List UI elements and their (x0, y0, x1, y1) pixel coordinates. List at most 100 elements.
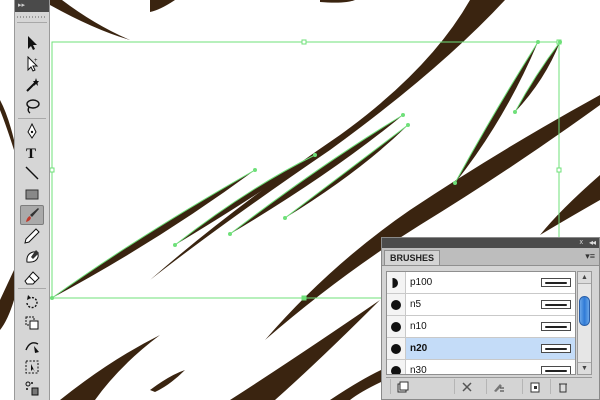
selected-brush-stroke[interactable] (52, 170, 255, 298)
brush-libraries-button[interactable] (390, 379, 414, 394)
delete-brush-button[interactable] (550, 379, 574, 394)
brush-thumbnail-icon (387, 294, 406, 315)
rectangle-icon (25, 189, 39, 200)
brush-libraries-icon (397, 381, 408, 392)
selection-handle[interactable] (301, 39, 307, 45)
stroke-options-button[interactable] (486, 379, 510, 394)
anchor-point[interactable] (401, 113, 405, 117)
brush-stroke-preview (541, 366, 571, 374)
anchor-point[interactable] (536, 40, 540, 44)
eraser-icon (24, 271, 40, 285)
panel-bottom-bar (386, 377, 592, 396)
anchor-point[interactable] (173, 243, 177, 247)
brush-list-scrollbar[interactable]: ▲ ▼ (577, 271, 592, 375)
brush-list: p100 n5 n10 n20 n30 (386, 271, 576, 375)
anchor-point[interactable] (453, 181, 457, 185)
selected-brush-stroke[interactable] (230, 115, 403, 234)
panel-title-bar[interactable]: x ◂◂ (382, 238, 599, 248)
brush-stroke (150, 370, 185, 392)
anchor-point[interactable] (558, 40, 562, 44)
tools-separator (18, 118, 46, 119)
pencil-icon (24, 228, 40, 244)
stroke-options-icon (493, 383, 504, 392)
line-tool[interactable] (20, 163, 44, 183)
arrow-icon (28, 36, 37, 50)
remove-stroke-button[interactable] (454, 379, 478, 394)
brush-name: n10 (410, 321, 427, 332)
blob-brush-tool[interactable] (20, 247, 44, 267)
expand-icon[interactable]: ▸▸ (18, 2, 25, 9)
scale-tool[interactable] (20, 313, 44, 333)
magic-wand-icon (26, 78, 39, 92)
brush-stroke (150, 0, 175, 12)
rotate-tool[interactable] (20, 292, 44, 312)
brush-stroke (330, 370, 381, 400)
anchor-point[interactable] (283, 216, 287, 220)
collapse-icon[interactable]: ◂◂ (589, 237, 596, 248)
brush-row[interactable]: n20 (387, 338, 575, 360)
brush-stroke-preview (541, 344, 571, 353)
free-transform-icon (25, 360, 39, 374)
svg-text:T: T (26, 146, 36, 160)
rotate-icon (26, 295, 38, 309)
svg-text:+: + (34, 58, 38, 64)
brush-stroke (320, 0, 355, 3)
eraser-tool[interactable] (20, 268, 44, 288)
anchor-point[interactable] (513, 110, 517, 114)
symbol-sprayer-tool[interactable] (20, 378, 44, 398)
brush-name: n30 (410, 365, 427, 375)
brush-stroke-preview (541, 300, 571, 309)
selection-handle[interactable] (49, 167, 55, 173)
lasso-icon (26, 99, 40, 114)
type-icon: T (26, 146, 36, 160)
scroll-thumb[interactable] (579, 296, 590, 326)
delete-brush-icon (558, 383, 567, 392)
pen-icon (27, 123, 37, 139)
selection-handle[interactable] (556, 167, 562, 173)
free-transform-tool[interactable] (20, 357, 44, 377)
selection-handle[interactable] (301, 295, 307, 301)
direct-selection-tool[interactable]: + (20, 54, 44, 74)
pencil-tool[interactable] (20, 226, 44, 246)
tools-panel-grip[interactable]: ▸▸ (15, 0, 49, 12)
new-brush-icon (530, 382, 539, 392)
line-icon (25, 166, 39, 180)
brush-stroke (0, 270, 14, 330)
pen-tool[interactable] (20, 121, 44, 141)
brush-stroke (540, 175, 600, 235)
brush-row[interactable]: n5 (387, 294, 575, 316)
brushes-panel: x ◂◂ BRUSHES ▾≡ p100 n5 n10 n20 n30 ▲ ▼ (381, 237, 600, 400)
tab-brushes[interactable]: BRUSHES (384, 250, 441, 265)
brush-stroke (60, 335, 160, 400)
brush-row[interactable]: n10 (387, 316, 575, 338)
tools-panel: ▸▸ + T (14, 0, 50, 400)
brush-row[interactable]: p100 (387, 272, 575, 294)
brush-name: n5 (410, 299, 422, 310)
anchor-point[interactable] (313, 153, 317, 157)
scale-icon (25, 316, 39, 330)
new-brush-button[interactable] (522, 379, 546, 394)
rectangle-tool[interactable] (20, 184, 44, 204)
type-tool[interactable]: T (20, 142, 44, 162)
magic-wand-tool[interactable] (20, 75, 44, 95)
tools-panel-drag-handle[interactable] (17, 12, 47, 23)
brush-thumbnail-icon (387, 316, 406, 337)
scroll-down-icon[interactable]: ▼ (578, 362, 591, 374)
close-icon[interactable]: x (580, 237, 584, 248)
anchor-point[interactable] (406, 123, 410, 127)
brush-row[interactable]: n30 (387, 360, 575, 375)
blob-brush-icon (26, 250, 39, 263)
anchor-point[interactable] (228, 232, 232, 236)
anchor-point[interactable] (253, 168, 257, 172)
anchor-point[interactable] (50, 296, 54, 300)
selected-brush-stroke[interactable] (175, 155, 315, 245)
warp-tool[interactable] (20, 336, 44, 356)
brush-thumbnail-icon (387, 338, 406, 359)
scroll-up-icon[interactable]: ▲ (578, 272, 591, 284)
brush-thumbnail-icon (387, 360, 406, 374)
brush-name: p100 (410, 277, 433, 288)
lasso-tool[interactable] (20, 96, 44, 116)
panel-menu-icon[interactable]: ▾≡ (585, 251, 595, 261)
selection-tool[interactable] (20, 33, 44, 53)
paintbrush-tool[interactable] (20, 205, 44, 225)
